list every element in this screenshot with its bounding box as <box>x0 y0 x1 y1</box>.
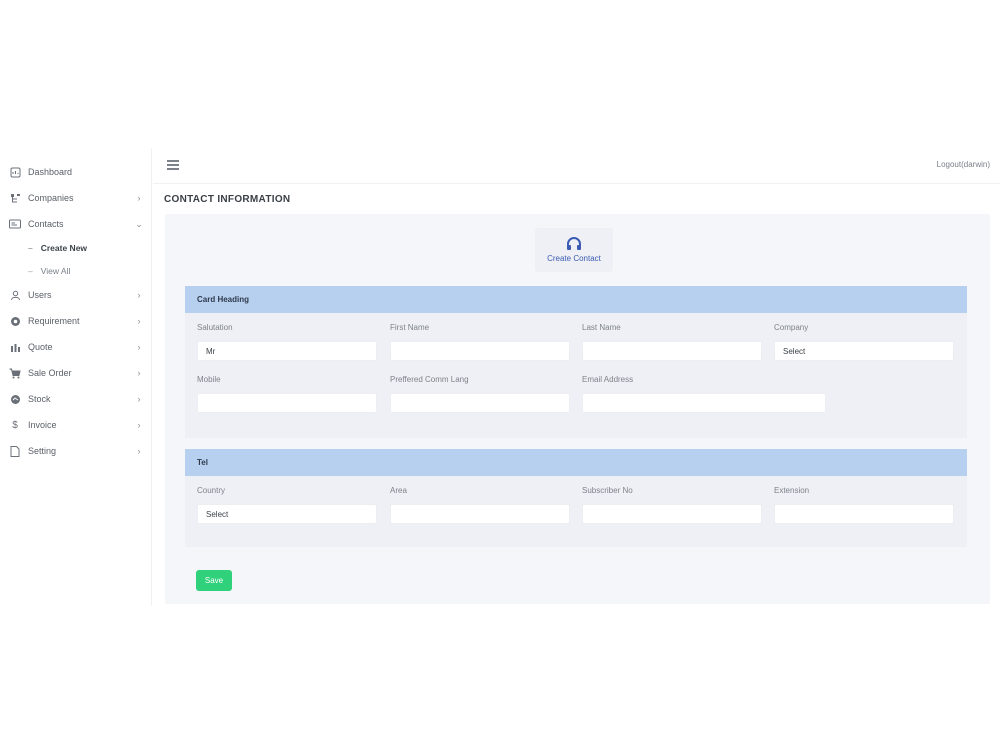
sidebar-item-dashboard[interactable]: Dashboard <box>8 163 144 181</box>
logout-link[interactable]: Logout(darwin) <box>937 160 990 169</box>
headphones-icon <box>567 237 581 250</box>
first-name-input[interactable] <box>390 341 570 361</box>
sidebar-item-quote[interactable]: Quote › <box>8 338 144 356</box>
field-label: Extension <box>774 486 810 495</box>
top-bar: Logout(darwin) <box>153 148 1000 184</box>
chevron-right-icon: › <box>137 394 141 404</box>
mobile-field: Mobile <box>197 375 377 413</box>
sidebar-item-label: Users <box>28 290 52 300</box>
country-field: Country Select <box>197 486 377 524</box>
section-heading: Card Heading <box>185 286 967 313</box>
form-panel: Create Contact Card Heading Salutation M… <box>165 214 990 604</box>
chevron-right-icon: › <box>137 290 141 300</box>
hierarchy-icon <box>8 192 22 204</box>
create-contact-card[interactable]: Create Contact <box>535 228 613 272</box>
cart-icon <box>8 367 22 379</box>
sidebar-item-users[interactable]: Users › <box>8 286 144 304</box>
bar-chart-icon <box>8 341 22 353</box>
field-label: First Name <box>390 323 430 332</box>
sidebar-item-label: Contacts <box>28 219 64 229</box>
field-label: Last Name <box>582 323 621 332</box>
gear-icon <box>8 315 22 327</box>
subscriber-no-field: Subscriber No <box>582 486 762 524</box>
country-select[interactable]: Select <box>197 504 377 524</box>
chevron-right-icon: › <box>137 420 141 430</box>
sidebar-item-companies[interactable]: Companies › <box>8 189 144 207</box>
chevron-right-icon: › <box>137 316 141 326</box>
sidebar-item-label: Stock <box>28 394 51 404</box>
sidebar-item-sale-order[interactable]: Sale Order › <box>8 364 144 382</box>
sidebar-item-label: Invoice <box>28 420 57 430</box>
card-heading-section: Card Heading Salutation Mr First Name La… <box>185 286 967 438</box>
sidebar-item-contacts[interactable]: Contacts ⌄ <box>8 215 144 233</box>
sidebar-item-label: Companies <box>28 193 74 203</box>
first-name-field: First Name <box>390 323 570 361</box>
preferred-lang-input[interactable] <box>390 393 570 413</box>
preferred-lang-field: Preffered Comm Lang <box>390 375 570 413</box>
extension-input[interactable] <box>774 504 954 524</box>
area-field: Area <box>390 486 570 524</box>
sidebar-item-requirement[interactable]: Requirement › <box>8 312 144 330</box>
hamburger-menu-icon[interactable] <box>167 160 179 170</box>
page-title: CONTACT INFORMATION <box>164 194 291 205</box>
last-name-field: Last Name <box>582 323 762 361</box>
sidebar-item-invoice[interactable]: $ Invoice › <box>8 416 144 434</box>
field-label: Company <box>774 323 809 332</box>
tel-section: Tel Country Select Area Subscriber No Ex… <box>185 449 967 547</box>
sidebar-item-label: Quote <box>28 342 53 352</box>
company-select[interactable]: Select <box>774 341 954 361</box>
sidebar-subitem-label: View All <box>40 266 71 276</box>
chevron-right-icon: › <box>137 446 141 456</box>
company-field: Company Select <box>774 323 954 361</box>
field-label: Subscriber No <box>582 486 633 495</box>
field-label: Mobile <box>197 375 221 384</box>
create-contact-title: Create Contact <box>547 254 601 263</box>
chevron-right-icon: › <box>137 193 141 203</box>
field-label: Preffered Comm Lang <box>390 375 469 384</box>
field-label: Salutation <box>197 323 233 332</box>
subscriber-no-input[interactable] <box>582 504 762 524</box>
field-label: Email Address <box>582 375 634 384</box>
area-input[interactable] <box>390 504 570 524</box>
sidebar-item-stock[interactable]: Stock › <box>8 390 144 408</box>
email-input[interactable] <box>582 393 826 413</box>
dashboard-icon <box>8 166 22 178</box>
email-field: Email Address <box>582 375 826 413</box>
sidebar-item-label: Sale Order <box>28 368 72 378</box>
sidebar-item-label: Requirement <box>28 316 80 326</box>
salutation-field: Salutation Mr <box>197 323 377 361</box>
chevron-right-icon: › <box>137 368 141 378</box>
field-label: Country <box>197 486 226 495</box>
chevron-right-icon: › <box>137 342 141 352</box>
dollar-icon: $ <box>12 419 18 431</box>
extension-field: Extension <box>774 486 954 524</box>
chevron-down-icon: ⌄ <box>135 218 143 229</box>
app: Dashboard Companies › Contacts ⌄ – Creat… <box>0 148 1000 606</box>
field-label: Area <box>390 486 407 495</box>
sidebar-item-setting[interactable]: Setting › <box>8 442 144 460</box>
mobile-input[interactable] <box>197 393 377 413</box>
last-name-input[interactable] <box>582 341 762 361</box>
sidebar: Dashboard Companies › Contacts ⌄ – Creat… <box>0 148 152 606</box>
sidebar-item-label: Dashboard <box>28 167 73 177</box>
save-button[interactable]: Save <box>196 570 232 591</box>
user-icon <box>8 289 22 301</box>
sidebar-subitem-create-new[interactable]: – Create New <box>28 241 87 255</box>
sidebar-subitem-label: Create New <box>40 243 88 253</box>
document-icon <box>8 445 22 457</box>
sidebar-subitem-view-all[interactable]: – View All <box>28 264 70 278</box>
contact-card-icon <box>8 218 22 230</box>
salutation-select[interactable]: Mr <box>197 341 377 361</box>
section-heading: Tel <box>185 449 967 476</box>
stock-icon <box>8 393 22 405</box>
sidebar-item-label: Setting <box>28 446 57 456</box>
